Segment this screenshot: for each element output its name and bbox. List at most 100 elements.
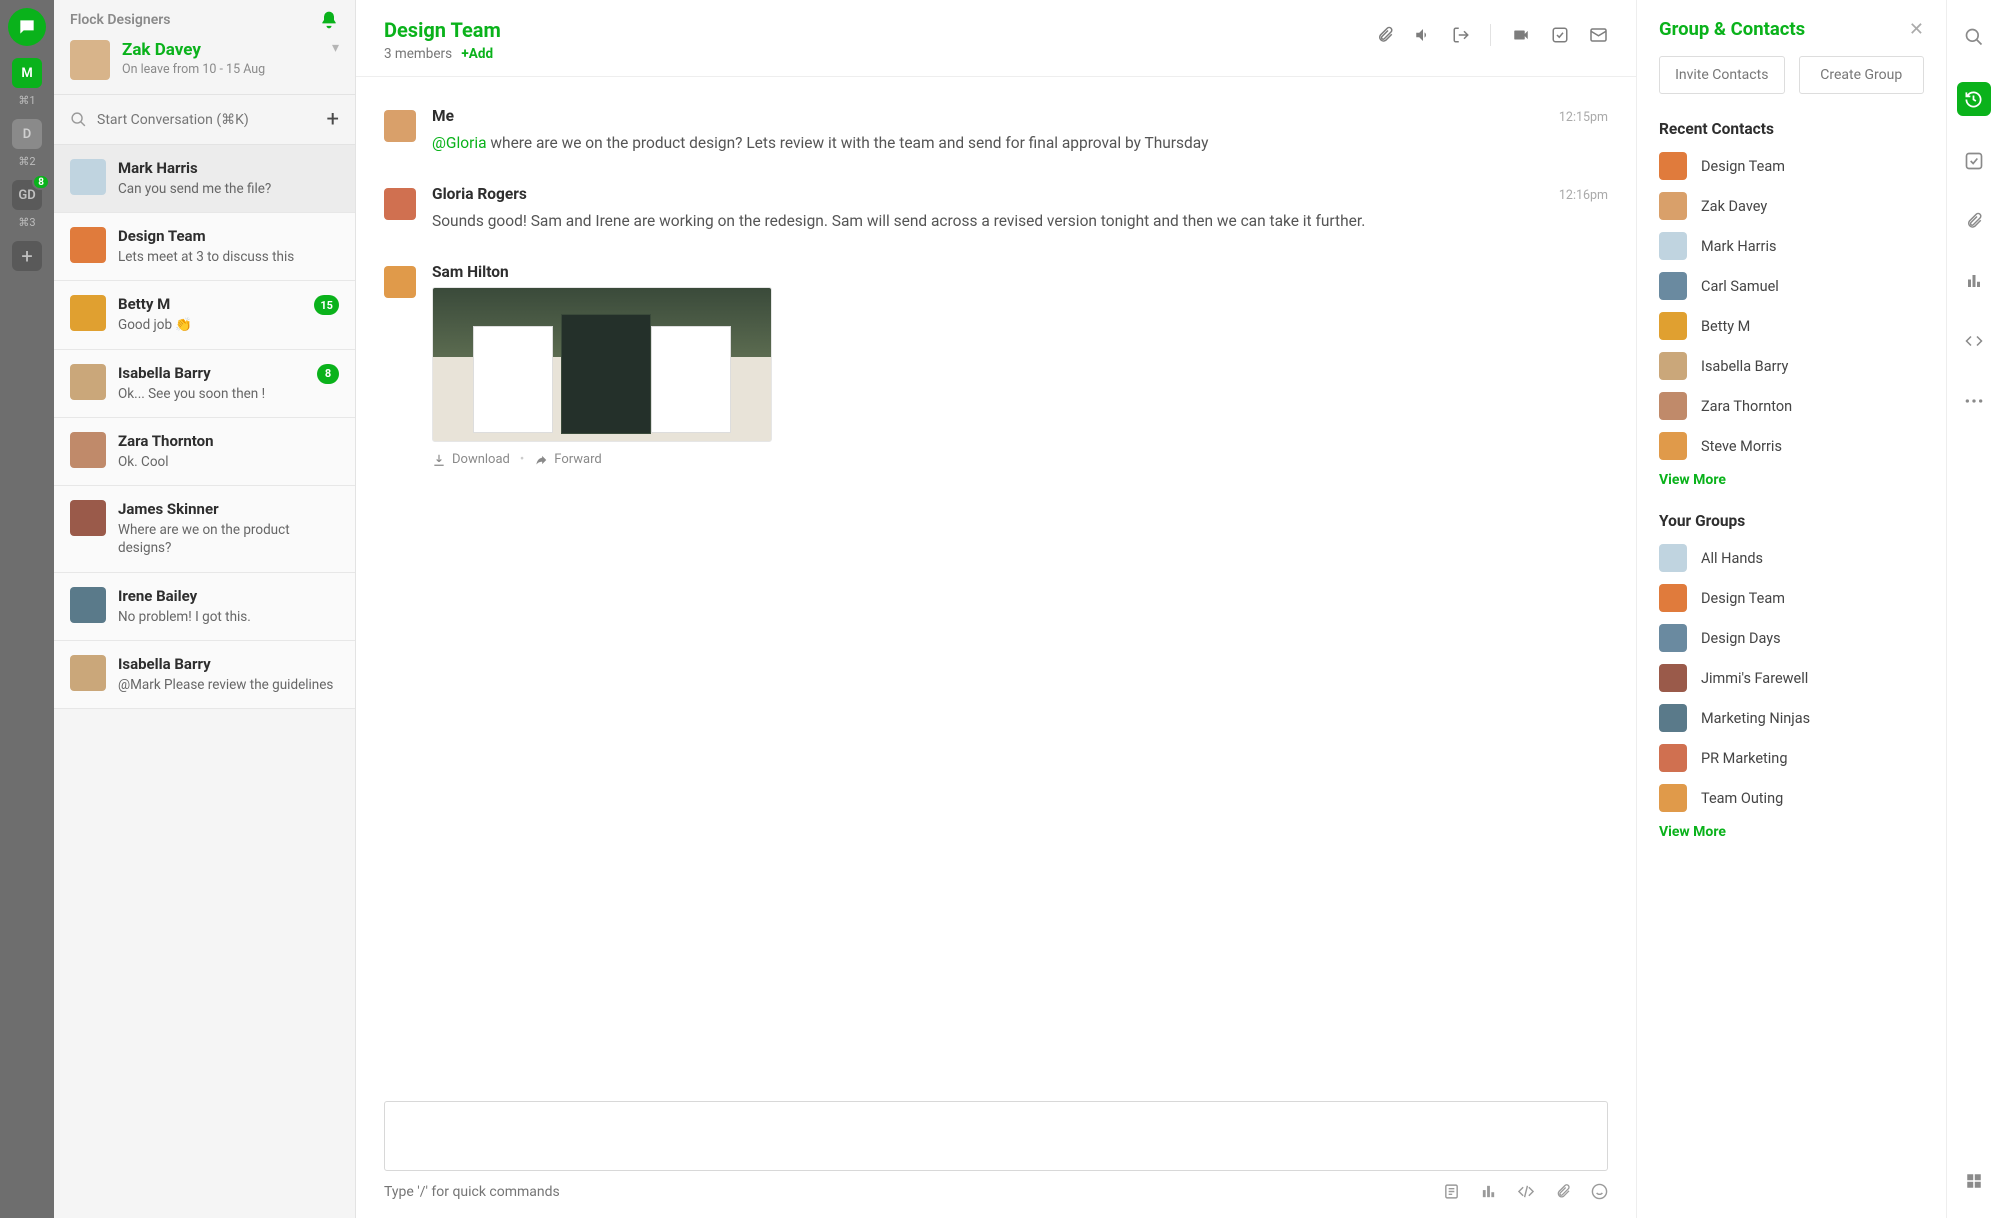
attach-icon[interactable]: [1555, 1183, 1571, 1200]
avatar: [384, 188, 416, 220]
conversation-item[interactable]: Isabella Barry Ok... See you soon then !…: [54, 350, 355, 418]
attachment-icon[interactable]: [1959, 206, 1989, 236]
poll-icon[interactable]: [1480, 1183, 1497, 1200]
message-text: @Gloria where are we on the product desi…: [432, 131, 1527, 155]
forward-button[interactable]: Forward: [534, 452, 601, 467]
sidebar: Flock Designers Zak Davey On leave from …: [54, 0, 356, 1218]
emoji-icon[interactable]: [1591, 1183, 1608, 1200]
quick-command-input[interactable]: [384, 1184, 1443, 1200]
conversation-preview: @Mark Please review the guidelines: [118, 676, 339, 694]
group-row[interactable]: Design Days: [1659, 624, 1924, 652]
group-name: Team Outing: [1701, 790, 1783, 807]
apps-icon[interactable]: [1959, 1166, 1989, 1196]
contact-name: Zak Davey: [1701, 198, 1767, 215]
download-button[interactable]: Download: [432, 452, 510, 467]
separator: [1490, 24, 1491, 46]
group-name: Design Days: [1701, 630, 1781, 647]
attachment-preview[interactable]: [432, 287, 772, 442]
conversation-item[interactable]: James Skinner Where are we on the produc…: [54, 486, 355, 572]
group-row[interactable]: All Hands: [1659, 544, 1924, 572]
avatar: [70, 364, 106, 400]
section-header: Your Groups: [1659, 512, 1924, 530]
invite-contacts-button[interactable]: Invite Contacts: [1659, 56, 1785, 94]
message-author: Me: [432, 107, 1527, 125]
contact-name: Isabella Barry: [1701, 358, 1788, 375]
bell-icon[interactable]: [319, 10, 339, 30]
avatar: [384, 266, 416, 298]
contact-name: Mark Harris: [1701, 238, 1776, 255]
workspace-item[interactable]: D: [12, 119, 42, 149]
avatar: [70, 500, 106, 536]
contact-row[interactable]: Zara Thornton: [1659, 392, 1924, 420]
add-workspace-button[interactable]: +: [12, 241, 42, 271]
conversation-item[interactable]: Design Team Lets meet at 3 to discuss th…: [54, 213, 355, 281]
group-row[interactable]: Team Outing: [1659, 784, 1924, 812]
contact-row[interactable]: Mark Harris: [1659, 232, 1924, 260]
workspace-item[interactable]: GD 8: [12, 180, 42, 210]
group-row[interactable]: Design Team: [1659, 584, 1924, 612]
user-status: On leave from 10 - 15 Aug: [122, 62, 265, 77]
mail-icon[interactable]: [1589, 26, 1608, 44]
add-member-button[interactable]: +Add: [461, 46, 493, 62]
group-row[interactable]: Jimmi's Farewell: [1659, 664, 1924, 692]
conversation-item[interactable]: Mark Harris Can you send me the file?: [54, 145, 355, 213]
note-icon[interactable]: [1443, 1183, 1460, 1200]
conversation-name: Mark Harris: [118, 159, 339, 177]
workspace-rail: M ⌘1 D ⌘2 GD 8 ⌘3 +: [0, 0, 54, 1218]
app-logo[interactable]: [8, 8, 46, 46]
workspace-item[interactable]: M: [12, 58, 42, 88]
volume-icon[interactable]: [1414, 26, 1432, 44]
message-composer[interactable]: [384, 1101, 1608, 1171]
group-row[interactable]: Marketing Ninjas: [1659, 704, 1924, 732]
panel-title: Group & Contacts: [1659, 18, 1805, 40]
leave-icon[interactable]: [1452, 26, 1470, 44]
video-icon[interactable]: [1511, 26, 1531, 44]
message-text: Sounds good! Sam and Irene are working o…: [432, 209, 1527, 233]
conversation-item[interactable]: Irene Bailey No problem! I got this.: [54, 573, 355, 641]
contact-row[interactable]: Isabella Barry: [1659, 352, 1924, 380]
conversation-preview: Can you send me the file?: [118, 180, 339, 198]
chevron-down-icon[interactable]: ▾: [332, 40, 339, 56]
contact-row[interactable]: Zak Davey: [1659, 192, 1924, 220]
group-name: PR Marketing: [1701, 750, 1787, 767]
conversation-item[interactable]: Betty M Good job 👏 15: [54, 281, 355, 349]
message-list: Me @Gloria where are we on the product de…: [356, 77, 1636, 1101]
history-icon[interactable]: [1957, 82, 1991, 116]
snippet-icon[interactable]: [1517, 1183, 1535, 1200]
conversation-preview: Good job 👏: [118, 316, 339, 334]
view-more-contacts[interactable]: View More: [1659, 472, 1924, 488]
poll-icon[interactable]: [1959, 266, 1989, 296]
close-icon[interactable]: ✕: [1909, 19, 1924, 40]
conversation-preview: Ok... See you soon then !: [118, 385, 339, 403]
contact-row[interactable]: Carl Samuel: [1659, 272, 1924, 300]
unread-badge: 8: [317, 364, 339, 384]
conversation-preview: Lets meet at 3 to discuss this: [118, 248, 339, 266]
avatar: [1659, 544, 1687, 572]
view-more-groups[interactable]: View More: [1659, 824, 1924, 840]
avatar: [384, 110, 416, 142]
contact-row[interactable]: Design Team: [1659, 152, 1924, 180]
search-input[interactable]: [97, 112, 317, 128]
more-icon[interactable]: [1959, 386, 1989, 416]
todo-icon[interactable]: [1959, 146, 1989, 176]
conversation-item[interactable]: Isabella Barry @Mark Please review the g…: [54, 641, 355, 709]
create-group-button[interactable]: Create Group: [1799, 56, 1925, 94]
workspace-name: Flock Designers: [70, 12, 170, 28]
chat-title[interactable]: Design Team: [384, 18, 501, 42]
chat-actions: [1376, 24, 1608, 46]
current-user[interactable]: Zak Davey On leave from 10 - 15 Aug ▾: [54, 36, 355, 94]
search-icon[interactable]: [1959, 22, 1989, 52]
contact-row[interactable]: Steve Morris: [1659, 432, 1924, 460]
conversation-item[interactable]: Zara Thornton Ok. Cool: [54, 418, 355, 486]
search-bar: +: [54, 94, 355, 145]
conversation-preview: Ok. Cool: [118, 453, 339, 471]
mention[interactable]: @Gloria: [432, 134, 487, 152]
avatar: [70, 587, 106, 623]
contact-row[interactable]: Betty M: [1659, 312, 1924, 340]
group-row[interactable]: PR Marketing: [1659, 744, 1924, 772]
snippet-icon[interactable]: [1959, 326, 1989, 356]
message: Gloria RogersSounds good! Sam and Irene …: [384, 185, 1608, 233]
attachment-icon[interactable]: [1376, 26, 1394, 44]
new-conversation-button[interactable]: +: [327, 107, 339, 132]
todo-icon[interactable]: [1551, 26, 1569, 44]
